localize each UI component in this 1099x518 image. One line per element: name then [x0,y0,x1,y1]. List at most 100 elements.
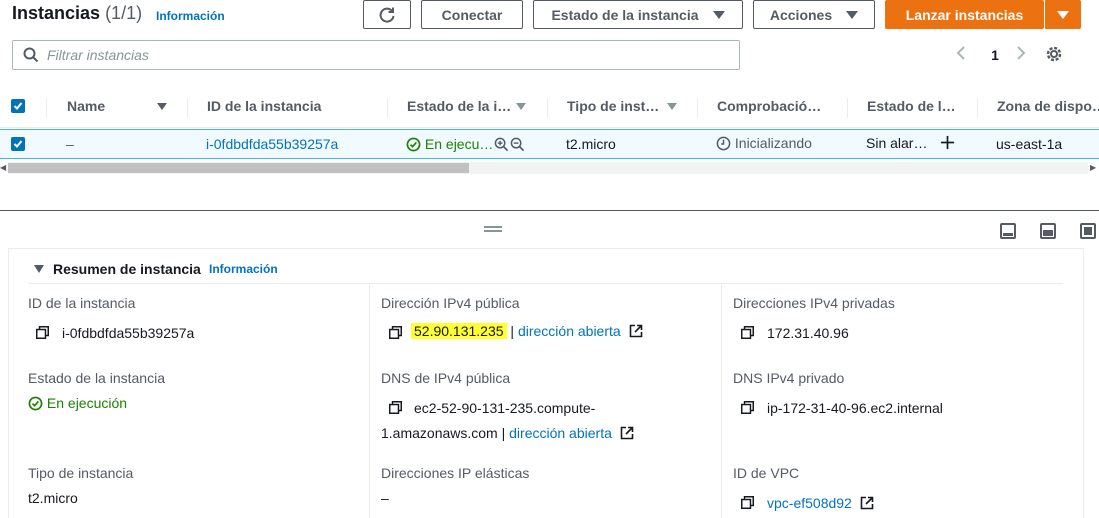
private-ipv4-value: 172.31.40.96 [767,325,849,341]
summary-divider [28,283,1063,284]
next-page-button[interactable] [1015,45,1045,66]
table-row[interactable]: – i-0fdbdfda55b39257a En ejecu… t2.micro… [0,129,1099,159]
vpc-id-link[interactable]: vpc-ef508d92 [767,495,852,511]
vpc-id-row: vpc-ef508d92 [767,495,874,511]
search-icon [23,47,39,63]
search-input[interactable] [47,47,707,63]
copy-icon[interactable] [36,326,49,339]
connect-button-label: Conectar [441,6,503,23]
collapse-caret-icon[interactable] [34,265,44,273]
public-dns-value-line1: ec2-52-90-131-235.compute- [414,400,596,416]
copy-icon[interactable] [741,401,754,414]
table-header: Name ID de la instancia Estado de la i… … [0,88,1099,128]
panel-bottom-view-button[interactable] [1000,223,1016,239]
connect-button[interactable]: Conectar [421,0,523,29]
column-separator [977,98,978,118]
drag-handle-icon[interactable] [484,226,502,232]
refresh-button[interactable] [363,0,411,29]
previous-page-button[interactable] [955,45,975,66]
instance-state-dropdown-label: Estado de la instancia [551,6,699,23]
caret-down-icon [846,10,859,19]
column-header-instance-id[interactable]: ID de la instancia [207,98,321,114]
summary-section-title[interactable]: Resumen de instancia [53,261,201,277]
column-header-availability-zone[interactable]: Zona de dispo… [997,98,1099,114]
row-checkbox[interactable] [11,137,25,151]
panel-full-view-button[interactable] [1080,223,1096,239]
elastic-ip-label: Direcciones IP elásticas [381,465,530,481]
external-link-icon[interactable] [860,496,874,510]
actions-dropdown[interactable]: Acciones [753,0,875,29]
zoom-in-button[interactable] [494,137,509,155]
pagination: 1 [955,43,1075,67]
scroll-right-icon[interactable]: ▶ [1090,163,1096,172]
horizontal-scrollbar[interactable]: ◀ ▶ [0,160,1099,176]
column-header-status-check[interactable]: Comprobació… [717,98,821,114]
zoom-in-icon [494,137,509,152]
private-dns-label: DNS IPv4 privado [733,370,845,386]
check-circle-icon [406,137,421,152]
instance-state-dropdown[interactable]: Estado de la instancia [533,0,743,29]
panel-half-icon [1043,230,1053,236]
preferences-button[interactable] [1045,45,1065,66]
private-dns-value: ip-172-31-40-96.ec2.internal [767,400,943,416]
checkmark-icon [13,102,23,110]
column-header-instance-type[interactable]: Tipo de inst… [567,98,659,114]
private-ipv4-label: Direcciones IPv4 privadas [733,295,895,311]
separator-pipe: | [510,323,515,339]
plus-icon [940,135,955,150]
zoom-out-button[interactable] [510,137,525,155]
add-alarm-button[interactable] [940,135,955,153]
column-header-alarm-state[interactable]: Estado de l… [867,98,956,114]
external-link-icon[interactable] [629,324,643,338]
cell-name: – [66,136,74,152]
sort-caret-icon[interactable] [667,103,677,110]
copy-icon[interactable] [741,496,754,509]
launch-options-dropdown[interactable] [1044,0,1081,29]
panel-bottom-icon [1003,233,1013,236]
instance-state-text: En ejecución [46,395,128,411]
copy-icon[interactable] [741,326,754,339]
public-dns-row-line2: 1.amazonaws.com | dirección abierta [381,425,634,441]
select-all-checkbox[interactable] [11,99,25,113]
page-title-text: Instancias [12,3,101,23]
cell-status-check-text: Inicializando [734,135,812,151]
column-separator [697,98,698,118]
caret-down-icon [1056,10,1069,19]
sort-caret-icon[interactable] [157,103,167,110]
scroll-left-icon[interactable]: ◀ [0,163,6,172]
column-separator [721,284,722,518]
panel-half-view-button[interactable] [1040,223,1056,239]
column-separator [46,98,47,118]
vpc-id-label: ID de VPC [733,465,800,481]
column-header-name[interactable]: Name [67,98,105,114]
instance-state-value: En ejecución [28,395,127,411]
column-separator [369,284,370,518]
scrollbar-thumb[interactable] [8,163,469,173]
open-address-link[interactable]: dirección abierta [518,323,621,339]
elastic-ip-value: – [381,490,389,506]
cell-instance-state: En ejecu… [406,136,493,152]
split-panel-divider [0,210,1099,211]
chevron-right-icon [1017,45,1026,60]
sort-caret-icon[interactable] [516,103,526,110]
filter-instances-search[interactable] [12,40,740,70]
info-link[interactable]: Información [156,9,225,23]
instance-state-label: Estado de la instancia [28,370,165,386]
current-page-number[interactable]: 1 [975,47,1015,63]
column-separator [847,98,848,118]
copy-icon[interactable] [389,326,402,339]
launch-instances-button[interactable]: Lanzar instancias [885,0,1044,29]
launch-instances-label: Lanzar instancias [905,6,1024,23]
copy-icon[interactable] [389,401,402,414]
summary-info-link[interactable]: Información [209,262,278,276]
public-ipv4-value: 52.90.131.235 [411,323,507,339]
public-dns-label: DNS de IPv4 pública [381,370,511,386]
column-separator [547,98,548,118]
panel-full-icon [1084,227,1092,235]
page-title: Instancias (1/1) [12,3,142,24]
cell-instance-id-link[interactable]: i-0fdbdfda55b39257a [206,136,338,152]
external-link-icon[interactable] [620,426,634,440]
open-address-link[interactable]: dirección abierta [509,425,612,441]
column-header-instance-state[interactable]: Estado de la i… [407,98,511,114]
caret-down-icon [712,10,725,19]
